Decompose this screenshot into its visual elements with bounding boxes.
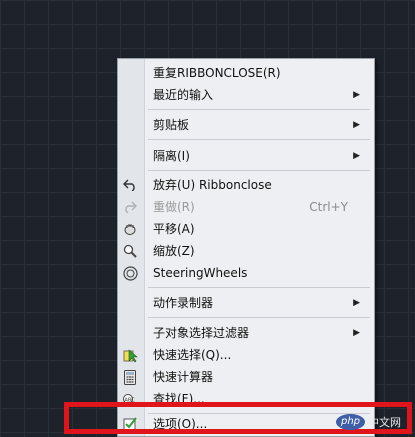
watermark: php 中文网 xyxy=(336,412,401,432)
menu-item-recent-input[interactable]: 最近的输入 ▶ xyxy=(118,84,374,106)
menu-item-quick-calculator[interactable]: 快速计算器 xyxy=(118,366,374,388)
menu-item-label: 快速选择(Q)... xyxy=(153,348,232,362)
menu-item-label: 动作录制器 xyxy=(153,296,214,310)
menu-item-isolate[interactable]: 隔离(I) ▶ xyxy=(118,145,374,167)
undo-icon xyxy=(122,177,138,193)
menu-separator xyxy=(148,109,370,110)
quick-select-icon xyxy=(122,347,138,363)
menu-item-steeringwheels[interactable]: SteeringWheels xyxy=(118,262,374,284)
menu-item-repeat-ribbonclose[interactable]: 重复RIBBONCLOSE(R) xyxy=(118,62,374,84)
menu-item-redo[interactable]: 重做(R) Ctrl+Y xyxy=(118,196,374,218)
menu-item-label: SteeringWheels xyxy=(153,266,248,280)
menu-separator xyxy=(148,287,370,288)
menu-separator xyxy=(148,139,370,140)
menu-item-quick-select[interactable]: 快速选择(Q)... xyxy=(118,344,374,366)
menu-item-subobject-filter[interactable]: 子对象选择过滤器 ▶ xyxy=(118,322,374,344)
menu-item-zoom[interactable]: 缩放(Z) xyxy=(118,240,374,262)
context-menu: 重复RIBBONCLOSE(R) 最近的输入 ▶ 剪贴板 ▶ 隔离(I) ▶ 放… xyxy=(117,58,375,437)
menu-separator xyxy=(148,170,370,171)
menu-item-label: 快速计算器 xyxy=(153,370,214,384)
menu-item-clipboard[interactable]: 剪贴板 ▶ xyxy=(118,114,374,136)
menu-item-label: 剪贴板 xyxy=(153,118,190,132)
menu-item-label: 平移(A) xyxy=(153,222,195,236)
menu-item-label: 放弃(U) Ribbonclose xyxy=(153,178,272,192)
submenu-arrow-icon: ▶ xyxy=(353,328,360,338)
steering-wheel-icon xyxy=(122,265,138,281)
pan-hand-icon xyxy=(122,221,138,237)
menu-item-pan[interactable]: 平移(A) xyxy=(118,218,374,240)
menu-item-action-recorder[interactable]: 动作录制器 ▶ xyxy=(118,292,374,314)
menu-item-label: 重复RIBBONCLOSE(R) xyxy=(153,66,281,80)
watermark-text: 中文网 xyxy=(368,416,402,429)
zoom-icon xyxy=(122,243,138,259)
menu-item-label: 最近的输入 xyxy=(153,88,214,102)
watermark-logo: php xyxy=(336,414,366,430)
menu-item-shortcut: Ctrl+Y xyxy=(309,200,348,214)
menu-item-label: 子对象选择过滤器 xyxy=(153,326,250,340)
calculator-icon xyxy=(122,369,138,385)
menu-item-label: 隔离(I) xyxy=(153,149,190,163)
menu-item-label: 缩放(Z) xyxy=(153,244,195,258)
submenu-arrow-icon: ▶ xyxy=(353,90,360,100)
submenu-arrow-icon: ▶ xyxy=(353,151,360,161)
submenu-arrow-icon: ▶ xyxy=(353,298,360,308)
submenu-arrow-icon: ▶ xyxy=(353,120,360,130)
redo-icon xyxy=(122,199,138,215)
menu-item-undo[interactable]: 放弃(U) Ribbonclose xyxy=(118,174,374,196)
menu-separator xyxy=(148,317,370,318)
menu-item-label: 重做(R) xyxy=(153,200,195,214)
